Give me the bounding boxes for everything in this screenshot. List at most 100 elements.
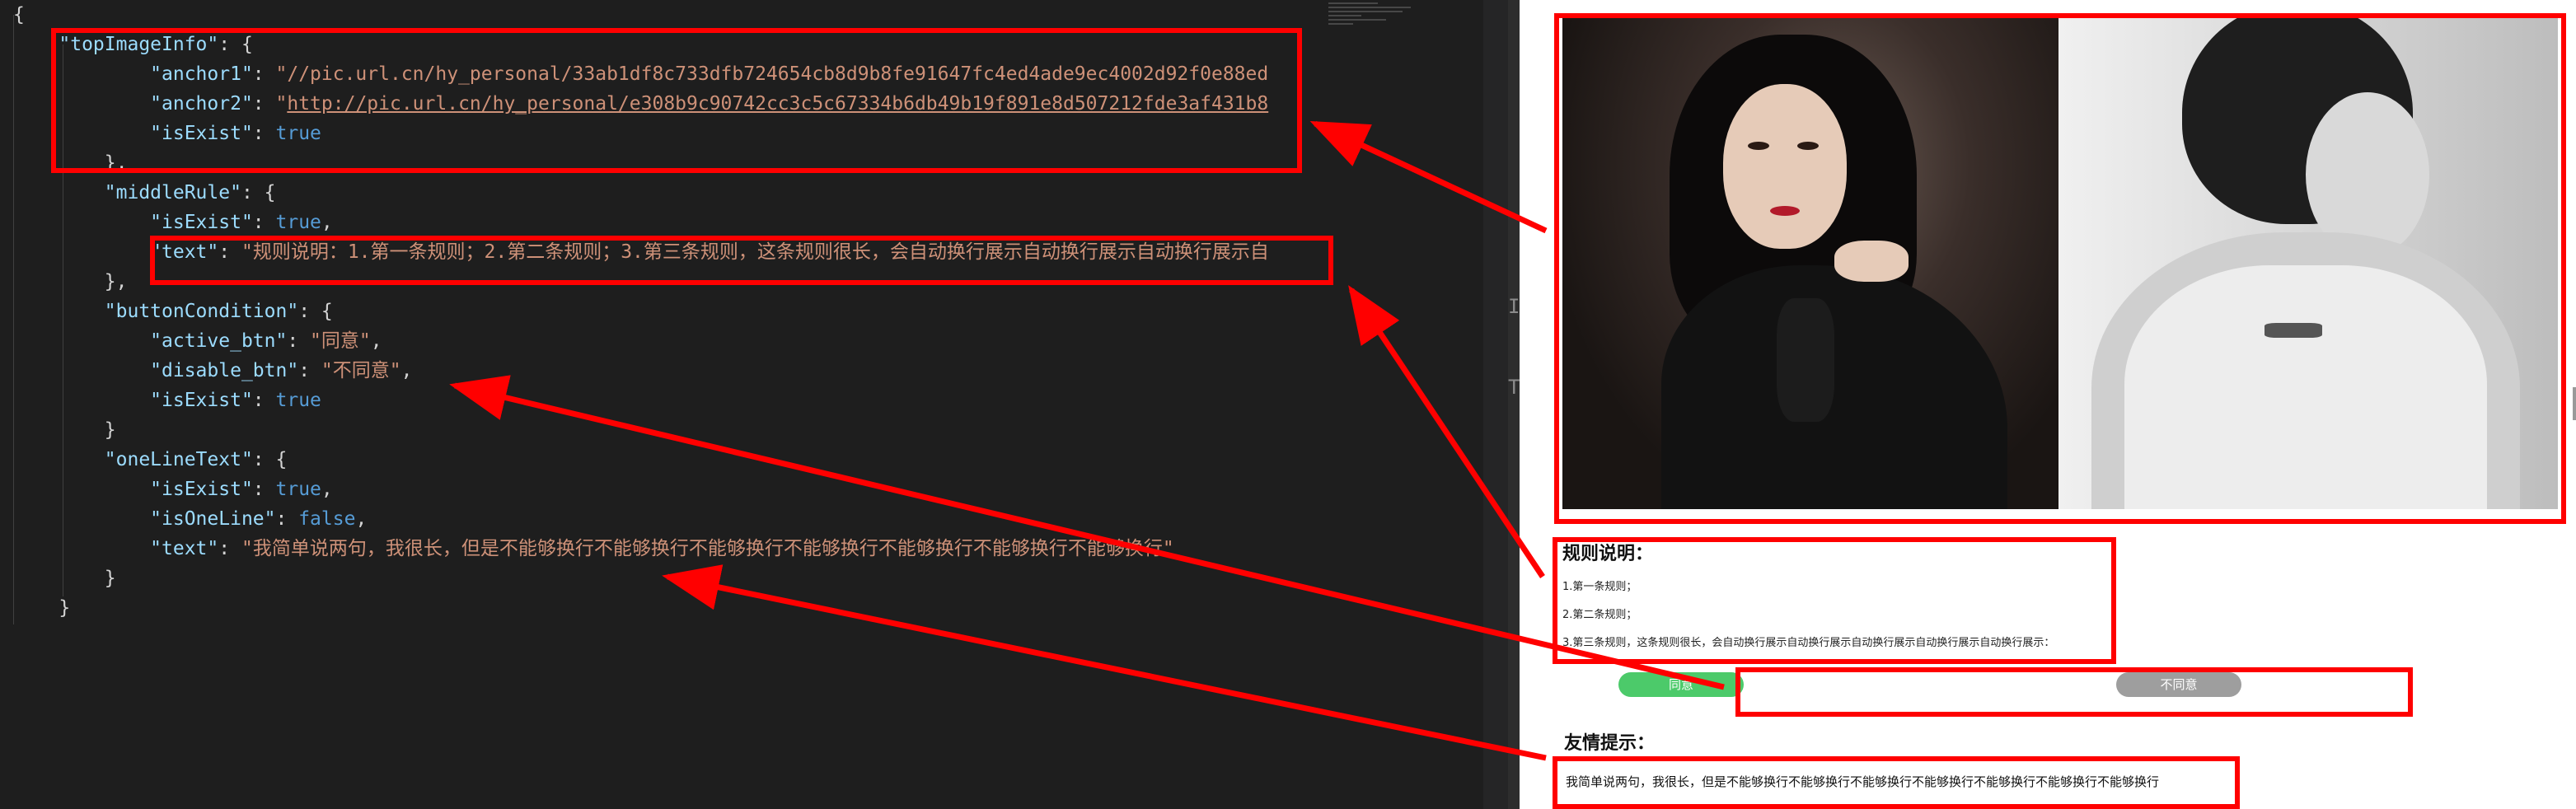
code-token: } — [13, 419, 116, 441]
code-token: : — [252, 212, 276, 233]
code-line[interactable]: "anchor2": "http://pic.url.cn/hy_persona… — [13, 89, 1268, 119]
code-line[interactable]: }, — [13, 267, 128, 297]
code-token: : — [252, 123, 276, 144]
code-token: "active_btn" — [150, 330, 288, 352]
code-token: "text" — [150, 241, 219, 263]
rule-item: 1.第一条规则； — [1562, 581, 1637, 593]
code-token: false — [298, 508, 356, 530]
code-line[interactable]: "oneLineText": { — [13, 445, 288, 475]
code-token: "text" — [150, 538, 219, 559]
code-line[interactable]: "text": "我简单说两句，我很长，但是不能够换行不能够换行不能够换行不能够… — [13, 534, 1174, 563]
code-line[interactable]: "disable_btn": "不同意", — [13, 356, 412, 386]
code-token: : { — [252, 449, 288, 470]
code-token: } — [13, 568, 116, 589]
code-token: : — [298, 360, 321, 381]
code-token: "anchor1" — [150, 63, 253, 85]
code-line[interactable]: "anchor1": "//pic.url.cn/hy_personal/33a… — [13, 59, 1268, 89]
top-image-anchor2[interactable] — [2058, 18, 2558, 509]
code-token: }, — [13, 271, 128, 292]
code-token: : — [252, 390, 276, 411]
code-token: "isExist" — [150, 212, 253, 233]
code-token: : — [218, 241, 241, 263]
code-line[interactable]: "isExist": true, — [13, 208, 333, 237]
disagree-button[interactable]: 不同意 — [2116, 672, 2241, 697]
code-line[interactable]: "isExist": true, — [13, 475, 333, 504]
tip-text: 我简单说两句，我很长，但是不能够换行不能够换行不能够换行不能够换行不能够换行不能… — [1566, 774, 2160, 789]
code-token: : — [252, 63, 276, 85]
top-image-anchor1[interactable] — [1562, 18, 2058, 509]
code-token: : { — [241, 182, 276, 203]
code-token: "oneLineText" — [104, 449, 253, 470]
code-token: , — [400, 360, 413, 381]
code-line[interactable]: }, — [13, 148, 128, 178]
code-token: "不同意" — [321, 360, 401, 381]
code-token: " — [275, 93, 288, 115]
code-token: http://pic.url.cn/hy_personal/e308b9c907… — [287, 93, 1269, 115]
code-line[interactable]: } — [13, 593, 70, 623]
rule-item: 2.第二条规则； — [1562, 609, 1637, 621]
pane-divider[interactable] — [1508, 0, 1520, 809]
editor-scrollbar[interactable] — [1483, 0, 1508, 809]
code-line[interactable]: } — [13, 563, 116, 593]
code-token: true — [275, 479, 321, 500]
code-token: : { — [298, 301, 333, 322]
code-token: "middleRule" — [104, 182, 241, 203]
code-token: "我简单说两句，我很长，但是不能够换行不能够换行不能够换行不能够换行不能够换行不… — [241, 538, 1174, 559]
code-line[interactable]: } — [13, 415, 116, 445]
code-line[interactable]: "topImageInfo": { — [13, 30, 253, 59]
panel-handle-icon: I — [1508, 295, 1520, 318]
code-line[interactable]: "buttonCondition": { — [13, 297, 333, 326]
minimap[interactable] — [1328, 0, 1419, 66]
code-token: "buttonCondition" — [104, 301, 299, 322]
code-token: { — [13, 4, 25, 26]
preview-scrollbar[interactable] — [2573, 387, 2576, 420]
rule-item: 3.第三条规则，这条规则很长，会自动换行展示自动换行展示自动换行展示自动换行展示… — [1562, 637, 2055, 649]
code-token: : { — [218, 34, 253, 55]
code-token: "disable_btn" — [150, 360, 299, 381]
rule-title: 规则说明： — [1562, 544, 1654, 564]
page-preview: 规则说明： 1.第一条规则； 2.第二条规则； 3.第三条规则，这条规则很长，会… — [1520, 0, 2576, 809]
code-token: "topImageInfo" — [59, 34, 219, 55]
code-token: "同意" — [310, 330, 371, 352]
button-row: 同意 不同意 — [1612, 672, 2523, 697]
code-token: : — [252, 93, 276, 115]
code-token: : — [275, 508, 299, 530]
code-token: "isExist" — [150, 479, 253, 500]
code-line[interactable]: { — [13, 0, 25, 30]
code-editor[interactable]: { "topImageInfo": { "anchor1": "//pic.ur… — [0, 0, 1508, 809]
text-tool-icon: T — [1508, 376, 1520, 399]
code-line[interactable]: "isExist": true — [13, 386, 321, 415]
code-token: "isExist" — [150, 390, 253, 411]
code-line[interactable]: "isOneLine": false, — [13, 504, 367, 534]
code-line[interactable]: "text": "规则说明：1.第一条规则；2.第二条规则；3.第三条规则，这条… — [13, 237, 1269, 267]
code-token: "规则说明：1.第一条规则；2.第二条规则；3.第三条规则，这条规则很长，会自动… — [241, 241, 1269, 263]
code-token: "isExist" — [150, 123, 253, 144]
code-line[interactable]: "isExist": true — [13, 119, 321, 148]
code-token: true — [275, 390, 321, 411]
rule-section: 规则说明： 1.第一条规则； 2.第二条规则； 3.第三条规则，这条规则很长，会… — [1562, 539, 2123, 657]
code-token: : — [218, 538, 241, 559]
code-token: true — [275, 123, 321, 144]
code-line[interactable]: "middleRule": { — [13, 178, 276, 208]
tip-title: 友情提示： — [1564, 733, 1656, 754]
code-token: , — [321, 479, 333, 500]
code-token: , — [355, 508, 368, 530]
agree-button[interactable]: 同意 — [1618, 672, 1744, 697]
code-line[interactable]: "active_btn": "同意", — [13, 326, 382, 356]
code-token: "anchor2" — [150, 93, 253, 115]
